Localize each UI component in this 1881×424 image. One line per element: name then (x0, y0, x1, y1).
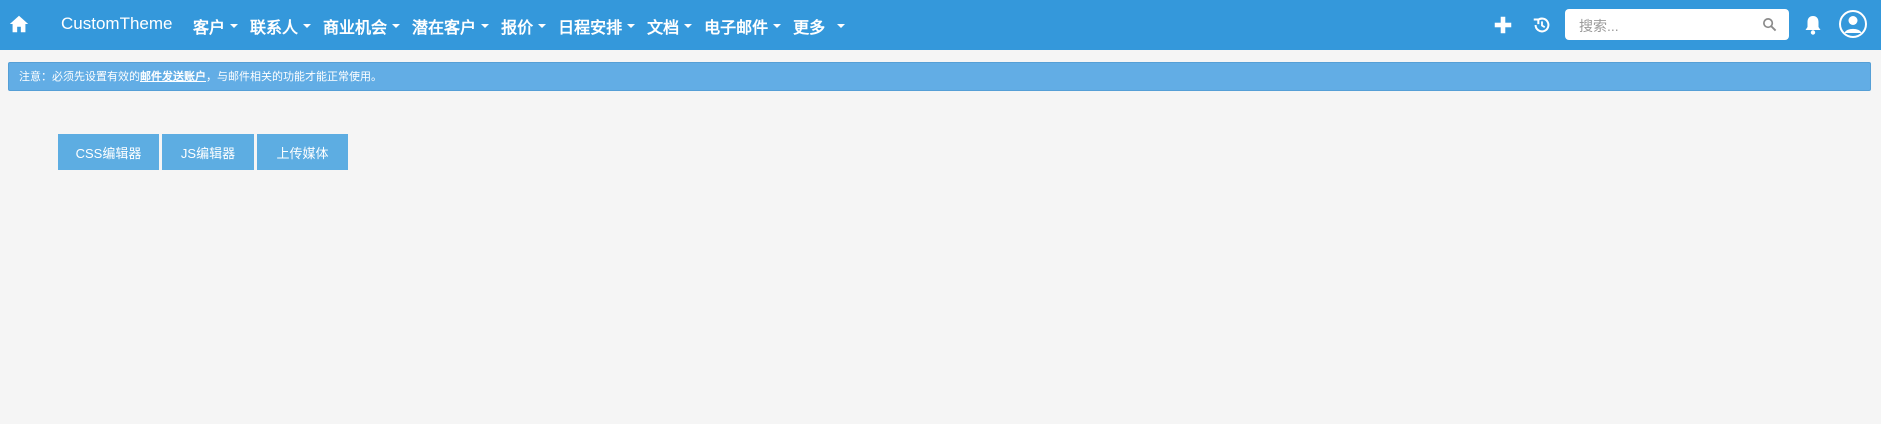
nav-item-label: 更多 (793, 20, 826, 37)
editor-toolbar: CSS编辑器 JS编辑器 上传媒体 (58, 134, 351, 170)
upload-media-button[interactable]: 上传媒体 (257, 134, 348, 170)
chevron-down-icon (773, 24, 782, 28)
chevron-down-icon (230, 24, 239, 28)
home-icon[interactable] (8, 13, 30, 35)
nav-item-label: 电子邮件 (704, 20, 769, 37)
search-box (1565, 9, 1789, 40)
nav-item-label: 报价 (501, 20, 534, 37)
chevron-down-icon (627, 24, 636, 28)
nav-item-label: 客户 (193, 20, 226, 37)
email-account-link[interactable]: 邮件发送账户 (140, 71, 206, 83)
nav-item-leads[interactable]: 潜在客户 (412, 14, 490, 38)
nav-item-more[interactable]: 更多 (793, 14, 846, 38)
history-icon[interactable] (1531, 14, 1553, 36)
nav-item-emails[interactable]: 电子邮件 (704, 14, 782, 38)
nav-item-label: 潜在客户 (412, 20, 477, 37)
notice-suffix: ，与邮件相关的功能才能正常使用。 (206, 71, 382, 83)
nav-item-label: 日程安排 (558, 20, 623, 37)
nav-item-documents[interactable]: 文档 (647, 14, 693, 38)
notice-prefix: 注意：必须先设置有效的 (19, 71, 140, 83)
top-navbar: CustomTheme 客户 联系人 商业机会 潜在客户 报价 日程安排 文档 (0, 0, 1881, 50)
main-nav: 客户 联系人 商业机会 潜在客户 报价 日程安排 文档 电子邮件 更多 (193, 14, 857, 38)
brand-name[interactable]: CustomTheme (61, 14, 172, 34)
nav-item-calendar[interactable]: 日程安排 (558, 14, 636, 38)
nav-item-label: 商业机会 (323, 20, 388, 37)
chevron-down-icon (684, 24, 693, 28)
notice-banner: 注意：必须先设置有效的邮件发送账户，与邮件相关的功能才能正常使用。 (8, 62, 1871, 91)
js-editor-button[interactable]: JS编辑器 (162, 134, 254, 170)
nav-item-quotes[interactable]: 报价 (501, 14, 547, 38)
chevron-down-icon (538, 24, 547, 28)
search-input[interactable] (1577, 16, 1761, 36)
chevron-down-icon (481, 24, 490, 28)
nav-item-label: 联系人 (250, 20, 299, 37)
nav-item-opportunities[interactable]: 商业机会 (323, 14, 401, 38)
plus-icon[interactable] (1492, 14, 1514, 36)
nav-item-contacts[interactable]: 联系人 (250, 14, 312, 38)
chevron-down-icon (303, 24, 312, 28)
chevron-down-icon (837, 24, 846, 28)
nav-item-label: 文档 (647, 20, 680, 37)
search-icon[interactable] (1762, 17, 1777, 32)
chevron-down-icon (392, 24, 401, 28)
css-editor-button[interactable]: CSS编辑器 (58, 134, 159, 170)
bell-icon[interactable] (1803, 14, 1823, 36)
user-avatar-icon[interactable] (1838, 9, 1868, 39)
nav-item-accounts[interactable]: 客户 (193, 14, 239, 38)
